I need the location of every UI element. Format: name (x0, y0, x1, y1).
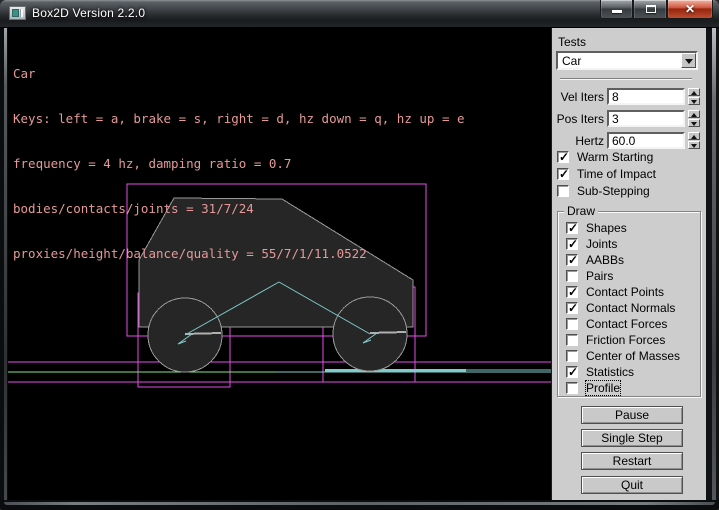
warm-starting-label: Warm Starting (577, 150, 653, 164)
close-button[interactable]: ✕ (667, 0, 713, 19)
aabbs-checkbox[interactable] (566, 254, 578, 266)
arrow-down-icon (691, 122, 697, 126)
tests-selected-value: Car (562, 54, 581, 68)
close-icon: ✕ (668, 2, 712, 16)
profile-label: Profile (586, 381, 620, 395)
shapes-label: Shapes (586, 221, 627, 235)
window-controls: ✕ (600, 0, 713, 19)
minimize-icon (612, 10, 622, 13)
test-title: Car (13, 66, 465, 81)
pos-iters-row: Pos Iters (552, 110, 702, 127)
frequency-line: frequency = 4 hz, damping ratio = 0.7 (13, 156, 465, 171)
rear-wheel-radius-line (185, 333, 221, 334)
shapes-checkbox[interactable] (566, 222, 578, 234)
tests-dropdown[interactable]: Car (556, 51, 698, 70)
control-panel: Tests Car Vel Iters Pos Iters (551, 28, 706, 500)
arrow-up-icon (691, 91, 697, 95)
vel-iters-row: Vel Iters (552, 88, 702, 105)
tests-label: Tests (558, 35, 586, 49)
arrow-up-icon (691, 135, 697, 139)
sub-stepping-label: Sub-Stepping (577, 184, 650, 198)
contact-normals-checkbox[interactable] (566, 302, 578, 314)
arrow-up-icon (691, 113, 697, 117)
pairs-label: Pairs (586, 269, 613, 283)
draw-group-title: Draw (564, 204, 598, 218)
sub-stepping-checkbox[interactable] (557, 185, 569, 197)
joints-checkbox[interactable] (566, 238, 578, 250)
draw-groupbox: Draw Shapes Joints AABBs Pairs Contact P… (557, 211, 701, 397)
app-icon-strip (20, 9, 23, 17)
debug-text-overlay: Car Keys: left = a, brake = s, right = d… (13, 36, 465, 291)
vel-iters-down-button[interactable] (688, 97, 700, 105)
warm-starting-checkbox[interactable] (557, 151, 569, 163)
arrow-down-icon (691, 100, 697, 104)
vel-iters-up-button[interactable] (688, 88, 700, 96)
window-frame-left (0, 28, 8, 500)
chevron-down-icon (685, 59, 693, 64)
contact-points-checkbox[interactable] (566, 286, 578, 298)
hertz-down-button[interactable] (688, 141, 700, 149)
bridge-joint-segment-thick (325, 369, 466, 372)
quit-button[interactable]: Quit (581, 476, 683, 494)
center-of-masses-label: Center of Masses (586, 349, 680, 363)
restart-button[interactable]: Restart (581, 452, 683, 470)
window-title: Box2D Version 2.2.0 (32, 6, 145, 20)
vel-iters-input[interactable] (607, 88, 685, 105)
app-icon-pane (12, 9, 19, 17)
simulation-canvas[interactable]: Car Keys: left = a, brake = s, right = d… (8, 28, 551, 500)
keys-help-line: Keys: left = a, brake = s, right = d, hz… (13, 111, 465, 126)
friction-forces-checkbox[interactable] (566, 334, 578, 346)
contact-forces-checkbox[interactable] (566, 318, 578, 330)
pos-iters-input[interactable] (607, 110, 685, 127)
pos-iters-stepper (688, 110, 700, 127)
separator (560, 78, 692, 80)
contact-normals-label: Contact Normals (586, 301, 675, 315)
arrow-down-icon (691, 144, 697, 148)
statistics-label: Statistics (586, 365, 634, 379)
maximize-icon (646, 5, 656, 13)
hertz-row: Hertz (552, 132, 702, 149)
friction-forces-label: Friction Forces (586, 333, 665, 347)
titlebar[interactable]: Box2D Version 2.2.0 ✕ (0, 0, 719, 28)
hertz-input[interactable] (607, 132, 685, 149)
pause-button[interactable]: Pause (581, 406, 683, 424)
stats-line: bodies/contacts/joints = 31/7/24 (13, 201, 465, 216)
contact-forces-label: Contact Forces (586, 317, 667, 331)
front-wheel-radius-line (370, 332, 406, 333)
hertz-up-button[interactable] (688, 132, 700, 140)
app-window: Box2D Version 2.2.0 ✕ (0, 0, 719, 510)
time-of-impact-label: Time of Impact (577, 167, 656, 181)
app-icon (9, 6, 26, 20)
profile-checkbox[interactable] (566, 382, 578, 394)
window-frame-bottom (0, 500, 719, 510)
minimize-button[interactable] (600, 0, 633, 19)
pairs-checkbox[interactable] (566, 270, 578, 282)
hertz-stepper (688, 132, 700, 149)
time-of-impact-checkbox[interactable] (557, 168, 569, 180)
window-frame-right (706, 28, 719, 500)
pos-iters-down-button[interactable] (688, 119, 700, 127)
single-step-button[interactable]: Single Step (581, 429, 683, 447)
contact-points-label: Contact Points (586, 285, 664, 299)
center-of-masses-checkbox[interactable] (566, 350, 578, 362)
proxies-line: proxies/height/balance/quality = 55/7/1/… (13, 246, 465, 261)
pos-iters-label: Pos Iters (552, 112, 604, 126)
aabbs-label: AABBs (586, 253, 624, 267)
hertz-label: Hertz (552, 134, 604, 148)
pos-iters-up-button[interactable] (688, 110, 700, 118)
statistics-checkbox[interactable] (566, 366, 578, 378)
vel-iters-stepper (688, 88, 700, 105)
maximize-button[interactable] (633, 0, 667, 19)
dropdown-button[interactable] (681, 53, 696, 68)
vel-iters-label: Vel Iters (552, 90, 604, 104)
joints-label: Joints (586, 237, 617, 251)
